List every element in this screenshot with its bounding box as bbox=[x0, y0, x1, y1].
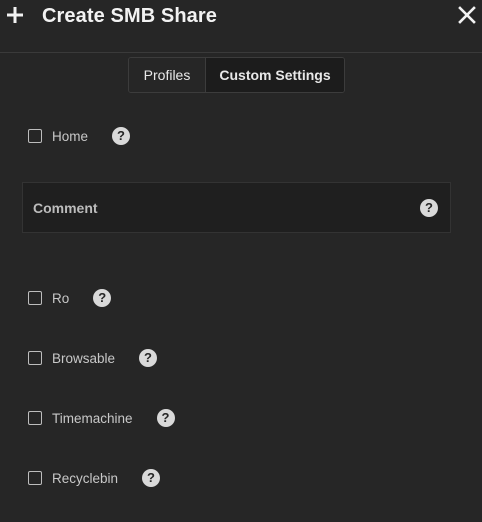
ro-checkbox[interactable] bbox=[28, 291, 42, 305]
browsable-checkbox[interactable] bbox=[28, 351, 42, 365]
recyclebin-label: Recyclebin bbox=[52, 470, 119, 486]
panel-header: Create SMB Share bbox=[0, 0, 482, 53]
comment-label: Comment bbox=[33, 200, 98, 216]
recyclebin-checkbox[interactable] bbox=[28, 471, 42, 485]
ro-label: Ro bbox=[52, 290, 70, 306]
browsable-row: Browsable ? bbox=[28, 348, 158, 368]
timemachine-checkbox[interactable] bbox=[28, 411, 42, 425]
plus-icon[interactable] bbox=[5, 5, 25, 25]
recyclebin-row: Recyclebin ? bbox=[28, 468, 161, 488]
tab-custom-settings[interactable]: Custom Settings bbox=[206, 58, 344, 92]
tab-profiles[interactable]: Profiles bbox=[129, 58, 206, 92]
page-title: Create SMB Share bbox=[42, 5, 217, 27]
ro-row: Ro ? bbox=[28, 288, 112, 308]
timemachine-label: Timemachine bbox=[52, 410, 133, 426]
home-label: Home bbox=[52, 128, 89, 144]
home-row: Home ? bbox=[28, 126, 131, 146]
tab-bar: Profiles Custom Settings bbox=[128, 57, 345, 93]
recyclebin-help-icon[interactable]: ? bbox=[142, 469, 161, 487]
browsable-label: Browsable bbox=[52, 350, 116, 366]
timemachine-help-icon[interactable]: ? bbox=[156, 409, 175, 427]
close-icon[interactable] bbox=[458, 6, 476, 24]
comment-help-icon[interactable]: ? bbox=[420, 199, 438, 217]
create-smb-share-panel: Create SMB Share Profiles Custom Setting… bbox=[0, 0, 482, 522]
home-help-icon[interactable]: ? bbox=[112, 127, 131, 145]
ro-help-icon[interactable]: ? bbox=[93, 289, 112, 307]
home-checkbox[interactable] bbox=[28, 129, 42, 143]
comment-field[interactable]: Comment ? bbox=[22, 182, 451, 233]
browsable-help-icon[interactable]: ? bbox=[139, 349, 158, 367]
timemachine-row: Timemachine ? bbox=[28, 408, 175, 428]
